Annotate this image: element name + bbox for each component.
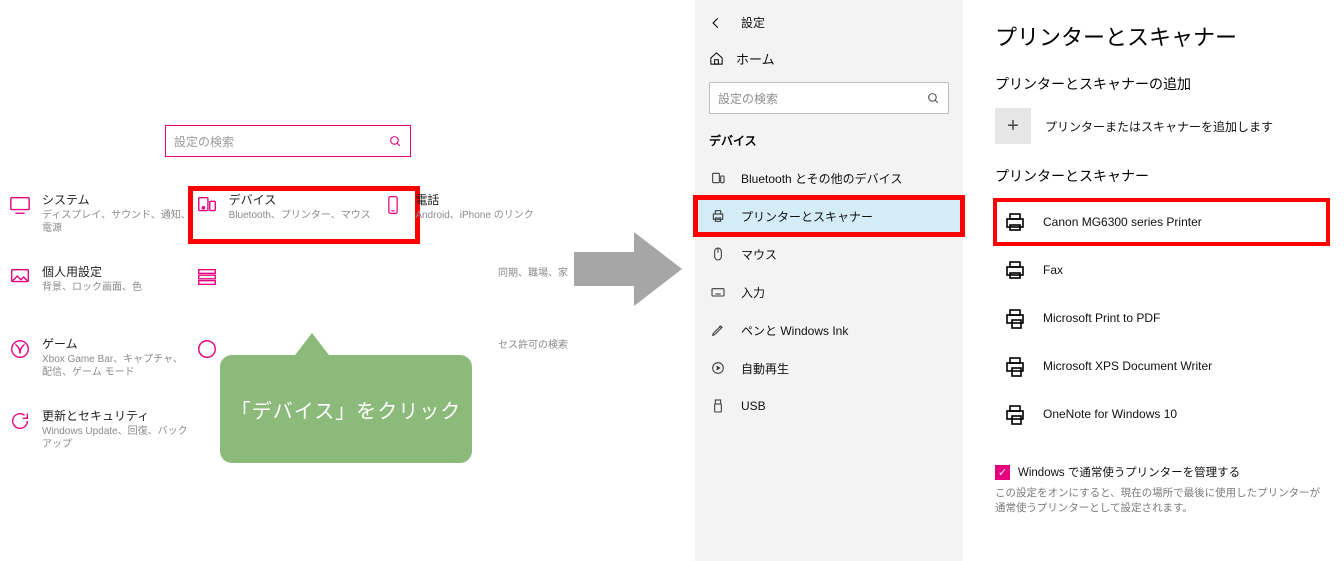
sidebar-item-usb[interactable]: USB bbox=[695, 387, 963, 425]
sidebar-search-input[interactable]: 設定の検索 bbox=[709, 82, 949, 114]
category-sub: セス許可の検索 bbox=[498, 339, 568, 352]
keyboard-icon bbox=[709, 283, 727, 301]
category-update[interactable]: 更新とセキュリティ Windows Update、回復、バックアップ bbox=[8, 409, 195, 453]
category-accounts-partial[interactable]: 同期、職場、家 bbox=[381, 265, 568, 309]
bluetooth-icon bbox=[709, 169, 727, 187]
sidebar-item-label: プリンターとスキャナー bbox=[741, 208, 873, 225]
sidebar-item-printers[interactable]: プリンターとスキャナー bbox=[695, 197, 963, 235]
category-personalization[interactable]: 個人用設定 背景、ロック画面、色 bbox=[8, 265, 195, 309]
phone-icon bbox=[381, 193, 405, 217]
category-sub: 背景、ロック画面、色 bbox=[42, 281, 142, 294]
content-area: プリンターとスキャナー プリンターとスキャナーの追加 + プリンターまたはスキャ… bbox=[963, 0, 1344, 561]
sidebar-item-mouse[interactable]: マウス bbox=[695, 235, 963, 273]
brush-icon bbox=[8, 265, 32, 289]
category-title: 更新とセキュリティ bbox=[42, 409, 192, 423]
sidebar: 設定 ホーム 設定の検索 デバイス Bluetooth とその他のデバイス bbox=[695, 0, 963, 561]
section-add-title: プリンターとスキャナーの追加 bbox=[995, 74, 1328, 94]
category-gaming[interactable]: ゲーム Xbox Game Bar、キャプチャ、配信、ゲーム モード bbox=[8, 337, 195, 381]
checkbox-checked-icon: ✓ bbox=[995, 465, 1010, 480]
page-title: プリンターとスキャナー bbox=[995, 20, 1328, 52]
home-link[interactable]: ホーム bbox=[695, 41, 963, 76]
callout-bubble: 「デバイス」をクリック bbox=[220, 355, 472, 463]
pen-icon bbox=[709, 321, 727, 339]
mouse-icon bbox=[709, 245, 727, 263]
autoplay-icon bbox=[709, 359, 727, 377]
sidebar-item-label: マウス bbox=[741, 246, 777, 263]
printer-item-onenote[interactable]: OneNote for Windows 10 bbox=[995, 392, 1328, 436]
search-input[interactable]: 設定の検索 bbox=[165, 125, 411, 157]
printer-item-canon[interactable]: Canon MG6300 series Printer bbox=[995, 200, 1328, 244]
printer-label: Microsoft XPS Document Writer bbox=[1043, 359, 1212, 373]
sidebar-item-label: ペンと Windows Ink bbox=[741, 322, 848, 339]
category-sub: ディスプレイ、サウンド、通知、電源 bbox=[42, 209, 192, 235]
printer-label: Microsoft Print to PDF bbox=[1043, 311, 1160, 325]
printer-doc-icon bbox=[1001, 304, 1029, 332]
search-icon bbox=[927, 92, 940, 105]
sidebar-item-label: Bluetooth とその他のデバイス bbox=[741, 170, 902, 187]
add-printer-row[interactable]: + プリンターまたはスキャナーを追加します bbox=[995, 108, 1328, 144]
update-icon bbox=[8, 409, 32, 433]
settings-main-panel: 設定の検索 システム ディスプレイ、サウンド、通知、電源 デバイス Blueto… bbox=[0, 105, 576, 455]
callout-text: 「デバイス」をクリック bbox=[231, 395, 461, 424]
category-sub: Bluetooth、プリンター、マウス bbox=[229, 209, 371, 222]
sidebar-item-label: 入力 bbox=[741, 284, 765, 301]
display-icon bbox=[8, 193, 32, 217]
category-sub: Xbox Game Bar、キャプチャ、配信、ゲーム モード bbox=[42, 353, 192, 379]
printer-label: OneNote for Windows 10 bbox=[1043, 407, 1177, 421]
fax-icon bbox=[1001, 256, 1029, 284]
xbox-icon bbox=[8, 337, 32, 361]
sidebar-item-typing[interactable]: 入力 bbox=[695, 273, 963, 311]
printer-item-mspdf[interactable]: Microsoft Print to PDF bbox=[995, 296, 1328, 340]
search-placeholder: 設定の検索 bbox=[174, 133, 234, 150]
sidebar-section-title: デバイス bbox=[695, 126, 963, 159]
category-phone[interactable]: 電話 Android、iPhone のリンク bbox=[381, 193, 568, 237]
category-apps[interactable] bbox=[195, 265, 382, 309]
manage-label: Windows で通常使うプリンターを管理する bbox=[1018, 464, 1240, 480]
manage-default-printer-toggle[interactable]: ✓ Windows で通常使うプリンターを管理する bbox=[995, 464, 1328, 480]
category-sub: Android、iPhone のリンク bbox=[415, 209, 533, 222]
printer-doc-icon bbox=[1001, 400, 1029, 428]
sidebar-item-bluetooth[interactable]: Bluetooth とその他のデバイス bbox=[695, 159, 963, 197]
category-title: 個人用設定 bbox=[42, 265, 142, 279]
category-title: ゲーム bbox=[42, 337, 192, 351]
usb-icon bbox=[709, 397, 727, 415]
printer-icon bbox=[709, 207, 727, 225]
category-title: 電話 bbox=[415, 193, 533, 207]
apps-icon bbox=[195, 265, 219, 289]
printer-doc-icon bbox=[1001, 352, 1029, 380]
home-icon bbox=[709, 51, 724, 66]
sidebar-item-pen[interactable]: ペンと Windows Ink bbox=[695, 311, 963, 349]
printer-label: Fax bbox=[1043, 263, 1063, 277]
devices-icon bbox=[195, 193, 219, 217]
home-label: ホーム bbox=[736, 49, 775, 68]
printer-item-msxps[interactable]: Microsoft XPS Document Writer bbox=[995, 344, 1328, 388]
printer-item-fax[interactable]: Fax bbox=[995, 248, 1328, 292]
settings-devices-panel: 設定 ホーム 設定の検索 デバイス Bluetooth とその他のデバイス bbox=[695, 0, 1344, 561]
ease-icon bbox=[195, 337, 219, 361]
search-placeholder: 設定の検索 bbox=[718, 90, 778, 107]
printer-label: Canon MG6300 series Printer bbox=[1043, 215, 1202, 229]
manage-note: この設定をオンにすると、現在の場所で最後に使用したプリンターが通常使うプリンター… bbox=[995, 486, 1325, 515]
window-title: 設定 bbox=[741, 14, 765, 31]
back-button[interactable] bbox=[709, 16, 723, 30]
category-title: デバイス bbox=[229, 193, 371, 207]
category-system[interactable]: システム ディスプレイ、サウンド、通知、電源 bbox=[8, 193, 195, 237]
arrow-right-icon bbox=[574, 232, 694, 306]
add-printer-label: プリンターまたはスキャナーを追加します bbox=[1045, 118, 1273, 135]
plus-icon: + bbox=[995, 108, 1031, 144]
search-icon bbox=[389, 135, 402, 148]
sidebar-item-label: USB bbox=[741, 399, 766, 413]
category-sub: 同期、職場、家 bbox=[498, 267, 568, 280]
printer-icon bbox=[1001, 208, 1029, 236]
category-sub: Windows Update、回復、バックアップ bbox=[42, 425, 192, 451]
section-list-title: プリンターとスキャナー bbox=[995, 166, 1328, 186]
category-title: システム bbox=[42, 193, 192, 207]
sidebar-item-label: 自動再生 bbox=[741, 360, 789, 377]
sidebar-item-autoplay[interactable]: 自動再生 bbox=[695, 349, 963, 387]
